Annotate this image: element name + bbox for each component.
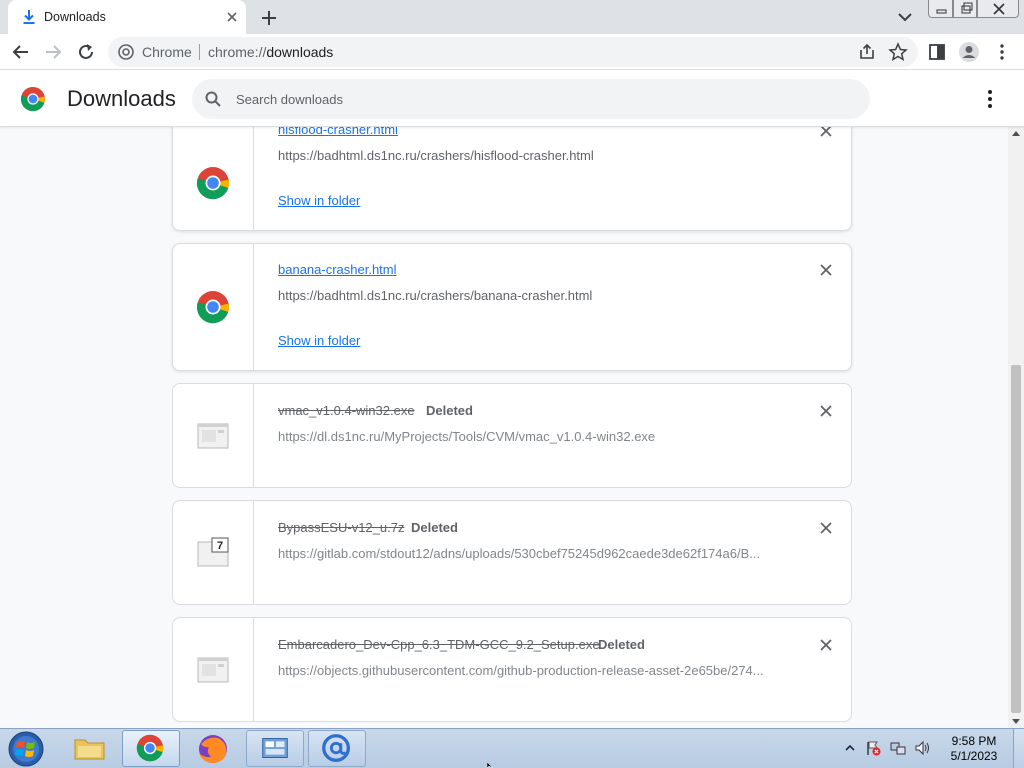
tab-downloads[interactable]: Downloads — [8, 0, 246, 34]
tab-title: Downloads — [44, 10, 106, 24]
file-name-link[interactable]: hisflood-crasher.html — [278, 127, 398, 137]
restore-button[interactable] — [953, 0, 977, 18]
omnibox-separator — [199, 44, 200, 60]
file-url[interactable]: https://dl.ds1nc.ru/MyProjects/Tools/CVM… — [278, 429, 778, 444]
file-icon-column — [173, 618, 254, 721]
tab-close-icon[interactable] — [222, 7, 242, 27]
volume-icon[interactable] — [914, 740, 930, 756]
file-icon-column: 7 — [173, 501, 254, 604]
more-actions-icon[interactable] — [980, 87, 1000, 111]
show-desktop-button[interactable] — [1013, 729, 1024, 768]
start-button-icon[interactable] — [6, 731, 46, 767]
status-label: Deleted — [598, 637, 645, 652]
browser-toolbar: Chrome chrome://downloads — [0, 34, 1024, 70]
chrome-icon — [196, 291, 230, 324]
file-url[interactable]: https://objects.githubusercontent.com/gi… — [278, 663, 778, 678]
site-label: Chrome — [142, 44, 192, 60]
file-url[interactable]: https://gitlab.com/stdout12/adns/uploads… — [278, 546, 778, 561]
show-in-folder-link[interactable]: Show in folder — [278, 333, 360, 348]
download-item: vmac_v1.0.4-win32.exe Deleted https://dl… — [172, 383, 852, 488]
network-icon[interactable] — [890, 740, 906, 756]
back-icon[interactable] — [10, 41, 32, 63]
side-panel-icon[interactable] — [926, 41, 948, 63]
download-item: 7 BypassESU-v12_u.7z Deleted https://git… — [172, 500, 852, 605]
share-icon[interactable] — [856, 41, 878, 63]
windows-taskbar: 9:58 PM 5/1/2023 — [0, 728, 1024, 768]
download-item: banana-crasher.html https://badhtml.ds1n… — [172, 243, 852, 371]
taskbar-mail[interactable] — [308, 730, 366, 767]
status-label: Deleted — [426, 403, 473, 418]
file-icon-column — [173, 127, 254, 230]
download-item: hisflood-crasher.html https://badhtml.ds… — [172, 127, 852, 231]
download-icon — [23, 10, 35, 24]
chrome-icon — [136, 734, 164, 762]
bookmark-star-icon[interactable] — [887, 41, 909, 63]
remove-item-icon[interactable] — [818, 520, 834, 536]
scrollbar-thumb[interactable] — [1011, 365, 1021, 713]
clock-time: 9:58 PM — [951, 734, 997, 748]
new-tab-icon[interactable] — [258, 7, 280, 29]
taskbar-control-panel[interactable] — [246, 730, 304, 767]
show-in-folder-link[interactable]: Show in folder — [278, 193, 360, 208]
search-icon — [205, 91, 221, 107]
scroll-up-arrow-icon[interactable] — [1012, 131, 1020, 136]
forward-icon[interactable] — [42, 41, 64, 63]
url-text: chrome://downloads — [208, 44, 334, 60]
search-box[interactable] — [192, 79, 870, 119]
exe-file-icon — [197, 423, 229, 449]
chrome-site-icon — [118, 44, 134, 60]
address-bar[interactable]: Chrome chrome://downloads — [108, 37, 918, 67]
mouse-cursor-icon — [487, 762, 494, 768]
file-url[interactable]: https://badhtml.ds1nc.ru/crashers/hisflo… — [278, 148, 778, 163]
7z-file-icon: 7 — [197, 537, 229, 567]
search-input[interactable] — [236, 79, 856, 119]
reload-icon[interactable] — [75, 41, 97, 63]
show-hidden-icons-icon[interactable] — [843, 742, 857, 754]
chrome-icon — [196, 167, 230, 200]
chrome-logo-icon — [20, 87, 46, 112]
svg-text:7: 7 — [217, 540, 223, 552]
remove-item-icon[interactable] — [818, 262, 834, 278]
minimize-icon — [936, 9, 947, 14]
action-center-flag-icon[interactable] — [865, 740, 881, 756]
taskbar-firefox[interactable] — [184, 730, 242, 767]
file-name: BypassESU-v12_u.7z — [278, 520, 405, 535]
tab-search-chevron-icon[interactable] — [895, 8, 915, 26]
system-clock[interactable]: 9:58 PM 5/1/2023 — [944, 734, 1004, 764]
file-name: Embarcadero_Dev-Cpp_6.3_TDM-GCC_9.2_Setu… — [278, 637, 600, 652]
folder-icon — [74, 739, 105, 760]
file-url[interactable]: https://badhtml.ds1nc.ru/crashers/banana… — [278, 288, 778, 303]
vertical-scrollbar[interactable] — [1008, 127, 1024, 728]
restore-icon — [961, 2, 973, 14]
close-window-icon — [993, 3, 1005, 15]
file-name-link[interactable]: banana-crasher.html — [278, 262, 397, 277]
status-label: Deleted — [411, 520, 458, 535]
clock-date: 5/1/2023 — [950, 749, 998, 763]
remove-item-icon[interactable] — [818, 637, 834, 653]
scroll-down-arrow-icon[interactable] — [1012, 719, 1020, 724]
download-item: Embarcadero_Dev-Cpp_6.3_TDM-GCC_9.2_Setu… — [172, 617, 852, 722]
remove-item-icon[interactable] — [818, 403, 834, 419]
profile-avatar-icon[interactable] — [958, 41, 980, 63]
file-icon-column — [173, 244, 254, 370]
control-panel-icon — [262, 738, 288, 758]
chrome-menu-icon[interactable] — [991, 41, 1013, 63]
minimize-button[interactable] — [928, 0, 953, 18]
downloads-list: hisflood-crasher.html https://badhtml.ds… — [0, 127, 1008, 728]
downloads-header: Downloads — [0, 71, 1024, 127]
taskbar-explorer[interactable] — [60, 730, 118, 767]
page-title: Downloads — [67, 86, 176, 111]
exe-file-icon — [197, 657, 229, 683]
file-name: vmac_v1.0.4-win32.exe — [278, 403, 415, 418]
firefox-icon — [199, 735, 227, 763]
close-window-button[interactable] — [977, 0, 1019, 18]
taskbar-chrome[interactable] — [122, 730, 180, 767]
file-icon-column — [173, 384, 254, 487]
mail-at-icon — [322, 734, 351, 762]
remove-item-icon[interactable] — [818, 127, 834, 139]
tab-strip: Downloads — [0, 0, 1024, 34]
